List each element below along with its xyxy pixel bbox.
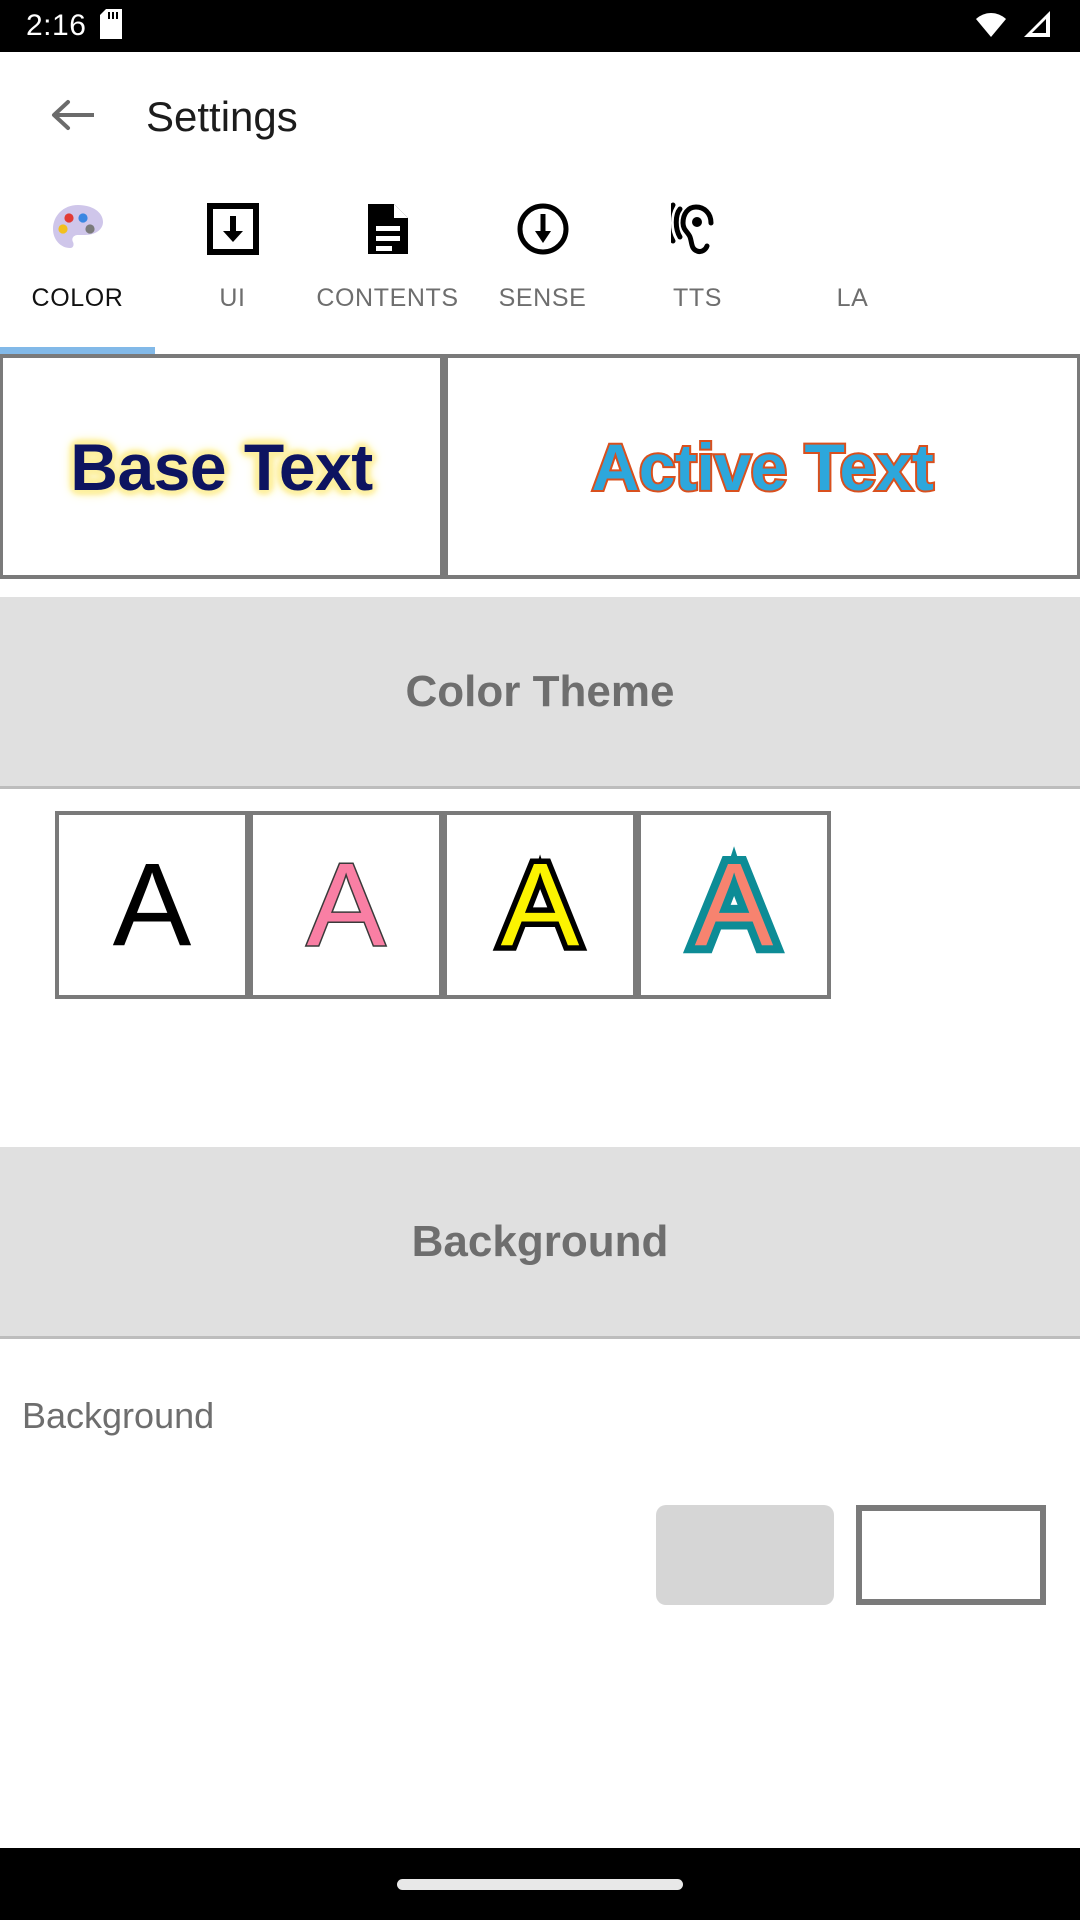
tab-label-contents: CONTENTS [316, 284, 459, 312]
color-theme-swatch-row[interactable]: A A A A [55, 811, 831, 999]
background-row-label: Background [22, 1395, 215, 1436]
theme-letter-coral-teal: A [687, 838, 782, 972]
wifi-icon [974, 9, 1008, 44]
theme-swatch-black[interactable]: A [59, 815, 245, 995]
palette-icon [50, 200, 106, 258]
arrow-left-icon [50, 95, 98, 140]
tab-label-language: LA [836, 284, 869, 312]
cellular-signal-icon [1022, 9, 1054, 44]
status-bar: 2:16 [0, 0, 1080, 52]
status-left-icons [100, 8, 123, 44]
home-indicator[interactable] [397, 1878, 683, 1890]
background-settings-list: Background [0, 1339, 1080, 1605]
tab-label-sense: SENSE [498, 284, 587, 312]
base-text-sample: Base Text [70, 429, 373, 504]
tab-contents[interactable]: CONTENTS [310, 182, 465, 348]
app-bar: Settings [0, 52, 1080, 182]
background-color-swatch[interactable] [856, 1505, 1046, 1605]
tab-color[interactable]: COLOR [0, 182, 155, 348]
theme-swatch-coral-teal[interactable]: A [641, 815, 827, 995]
status-clock: 2:16 [26, 9, 87, 42]
active-text-preview-card[interactable]: Active Text [448, 358, 1077, 575]
document-icon [365, 200, 411, 258]
color-theme-section: A A A A [0, 789, 1080, 1147]
background-select-button[interactable] [656, 1505, 834, 1605]
theme-letter-pink: A [305, 839, 387, 971]
theme-swatch-pink[interactable]: A [253, 815, 439, 995]
active-text-sample: Active Text [590, 428, 936, 506]
theme-letter-yellow: A [495, 839, 585, 971]
theme-swatch-yellow[interactable]: A [447, 815, 633, 995]
system-nav-bar [0, 1848, 1080, 1920]
background-header-label: Background [411, 1216, 669, 1266]
base-text-preview-card[interactable]: Base Text [3, 358, 440, 575]
section-gap-above-color-theme [0, 579, 1080, 597]
tab-tts[interactable]: TTS [620, 182, 775, 348]
tab-sense[interactable]: SENSE [465, 182, 620, 348]
tab-label-ui: UI [219, 284, 246, 312]
circle-down-arrow-icon [516, 200, 570, 258]
download-box-icon [206, 200, 259, 258]
status-right-icons [974, 9, 1054, 44]
settings-tab-bar[interactable]: COLOR UI CONTENTS SENSE TTS LA [0, 182, 1080, 354]
tab-label-tts: TTS [672, 284, 723, 312]
background-section-header: Background [0, 1147, 1080, 1339]
ear-hearing-icon [670, 200, 725, 258]
background-controls [0, 1505, 1080, 1605]
tab-ui[interactable]: UI [155, 182, 310, 348]
page-title: Settings [146, 93, 298, 140]
tab-label-color: COLOR [31, 284, 124, 312]
active-tab-indicator [0, 347, 155, 354]
sd-card-icon [100, 8, 123, 44]
theme-letter-black: A [112, 839, 192, 971]
color-theme-header-label: Color Theme [405, 666, 675, 716]
color-theme-section-header: Color Theme [0, 597, 1080, 789]
back-button[interactable] [38, 81, 110, 153]
tab-language[interactable]: LA [775, 182, 930, 348]
text-preview-row: Base Text Active Text [0, 354, 1080, 579]
